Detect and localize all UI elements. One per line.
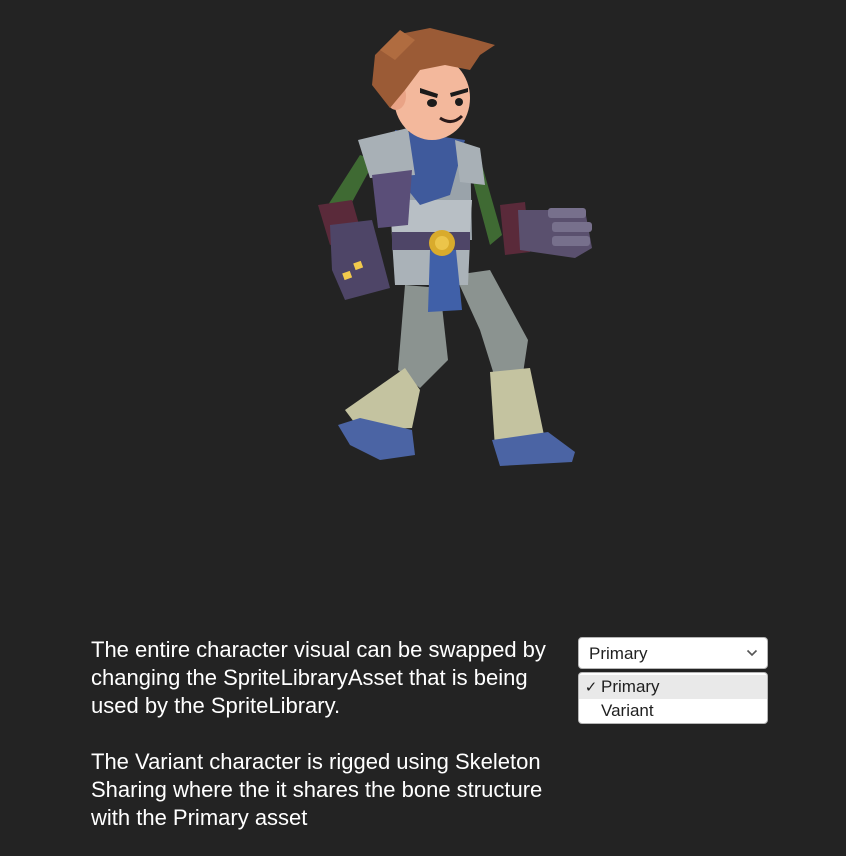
- dropdown-option-variant[interactable]: Variant: [579, 699, 767, 723]
- character-sprite: [318, 28, 592, 466]
- dropdown-option-label: Variant: [601, 701, 654, 720]
- description-paragraph-2: The Variant character is rigged using Sk…: [91, 749, 543, 830]
- chevron-down-icon: [746, 649, 758, 657]
- description-text: The entire character visual can be swapp…: [91, 636, 571, 832]
- dropdown-option-label: Primary: [601, 677, 660, 696]
- scene-view: [0, 0, 846, 600]
- dropdown-selected-value: Primary: [589, 644, 648, 663]
- dropdown-menu: ✓ Primary Variant: [578, 672, 768, 724]
- description-paragraph-1: The entire character visual can be swapp…: [91, 637, 546, 718]
- sprite-library-dropdown[interactable]: Primary: [578, 637, 768, 669]
- checkmark-icon: ✓: [584, 678, 598, 696]
- dropdown-option-primary[interactable]: ✓ Primary: [579, 675, 767, 699]
